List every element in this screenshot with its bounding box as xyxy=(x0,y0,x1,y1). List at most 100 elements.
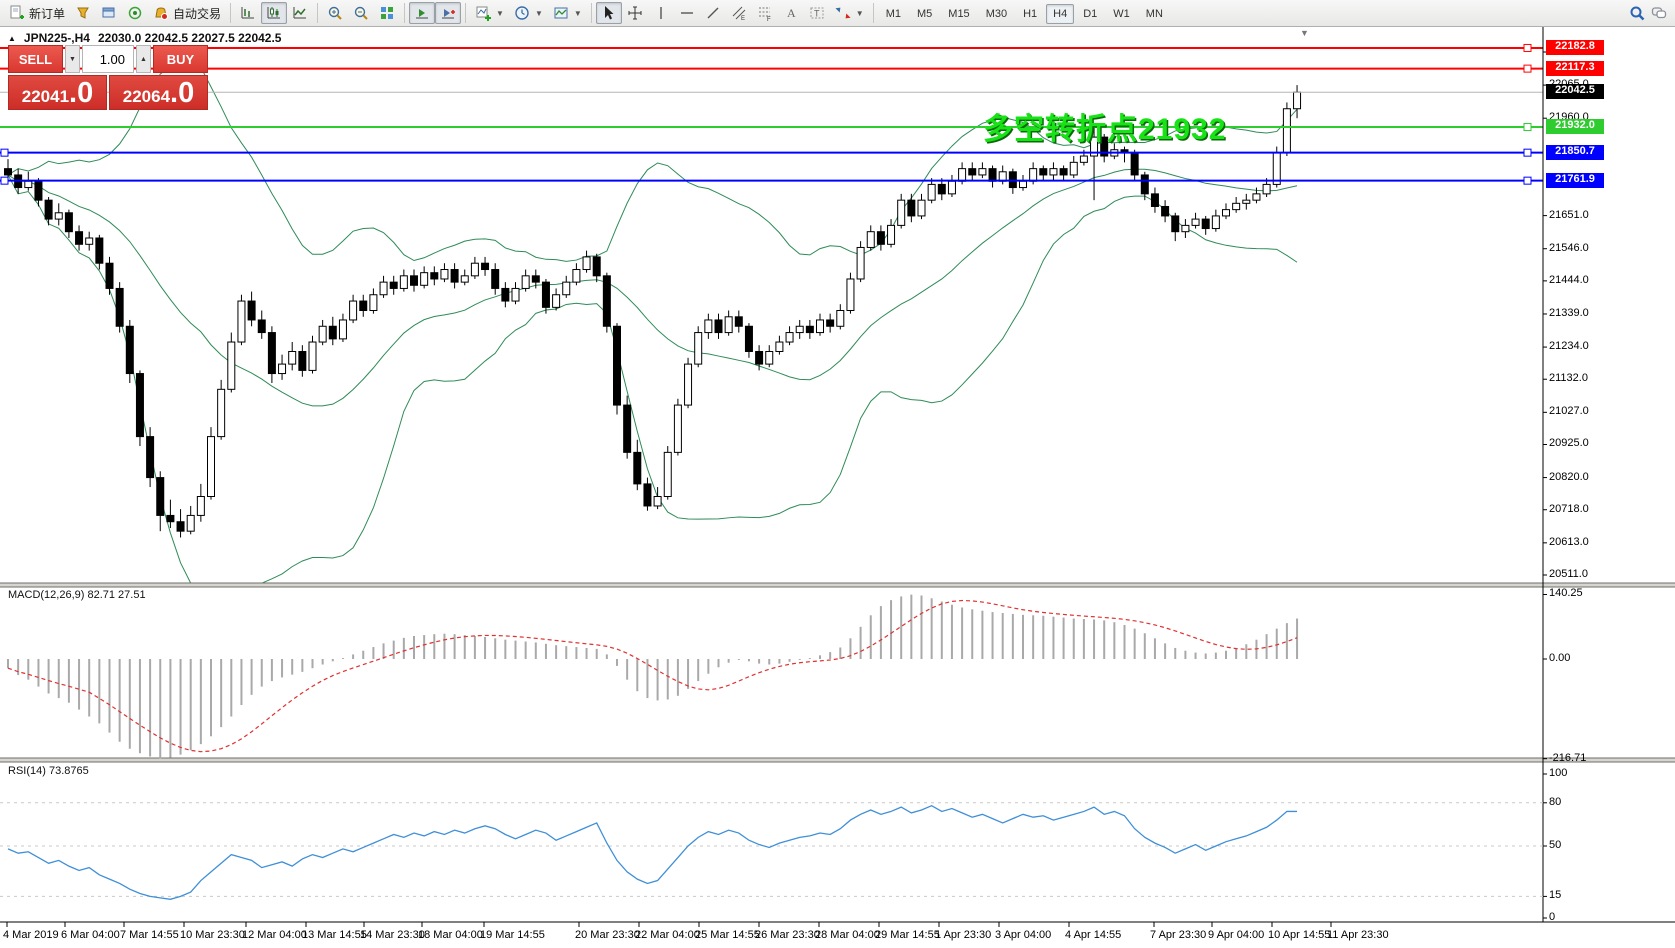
sell-price-display[interactable]: 22041.0 xyxy=(8,75,107,110)
svg-text:E: E xyxy=(741,16,745,21)
text-label-button[interactable]: T xyxy=(804,2,830,24)
auto-scroll-button[interactable] xyxy=(409,2,435,24)
search-icon[interactable] xyxy=(1629,5,1645,21)
panel-separator[interactable] xyxy=(0,583,1675,587)
signals-icon xyxy=(127,5,143,21)
chart-bars-button[interactable] xyxy=(235,2,261,24)
svg-text:T: T xyxy=(814,9,820,19)
template-icon xyxy=(553,5,569,21)
chart-text-annotation[interactable]: 多空转折点21932 xyxy=(983,104,1226,148)
buy-price-display[interactable]: 22064.0 xyxy=(109,75,208,110)
tile-windows-button[interactable] xyxy=(374,2,400,24)
chart-canvas[interactable] xyxy=(0,27,1675,948)
timeframe-W1[interactable]: W1 xyxy=(1106,4,1137,24)
hline-handle[interactable] xyxy=(1524,65,1531,72)
dropdown-caret-icon: ▼ xyxy=(535,9,543,18)
equidistant-channel-icon: E xyxy=(731,5,747,21)
rsi-line xyxy=(8,806,1297,900)
trendline-button[interactable] xyxy=(700,2,726,24)
new-order-button[interactable]: 新订单 xyxy=(4,2,70,24)
symbols-button[interactable] xyxy=(70,2,96,24)
chart-area[interactable]: 22170.022065.021960.021651.021546.021444… xyxy=(0,27,1675,948)
auto-trading-label: 自动交易 xyxy=(173,5,221,22)
timeframe-M5[interactable]: M5 xyxy=(910,4,939,24)
timeframe-H1[interactable]: H1 xyxy=(1016,4,1044,24)
hline-handle[interactable] xyxy=(1524,124,1531,131)
chart-candles-button[interactable] xyxy=(261,2,287,24)
line-chart-icon xyxy=(292,5,308,21)
zoom-in-icon xyxy=(327,5,343,21)
templates-button[interactable]: ▼ xyxy=(548,2,587,24)
volume-input[interactable] xyxy=(83,46,133,72)
dropdown-caret-icon: ▼ xyxy=(856,9,864,18)
tile-windows-icon xyxy=(379,5,395,21)
auto-trading-button[interactable]: 自动交易 xyxy=(148,2,226,24)
toolbar-separator xyxy=(873,3,874,23)
rsi-label: RSI(14) 73.8765 xyxy=(8,765,89,777)
sell-price-frac: .0 xyxy=(69,78,93,108)
chart-shift-icon xyxy=(440,5,456,21)
ohlc-values: 22030.0 22042.5 22027.5 22042.5 xyxy=(98,31,282,45)
cursor-button[interactable] xyxy=(596,2,622,24)
vertical-line-button[interactable] xyxy=(648,2,674,24)
zoom-out-icon xyxy=(353,5,369,21)
zoom-in-button[interactable] xyxy=(322,2,348,24)
mt4-window: 新订单 自动交易 xyxy=(0,0,1675,948)
symbols-icon xyxy=(75,5,91,21)
text-button[interactable]: A xyxy=(778,2,804,24)
hline-handle[interactable] xyxy=(1,149,8,156)
volume-increase-button[interactable]: ▲ xyxy=(136,45,151,73)
charts-window-icon xyxy=(101,5,117,21)
hline-handle[interactable] xyxy=(1,177,8,184)
symbol-period-label: JPN225-,H4 xyxy=(24,31,90,45)
sell-button[interactable]: SELL xyxy=(8,45,63,73)
crosshair-icon xyxy=(627,5,643,21)
chart-line-button[interactable] xyxy=(287,2,313,24)
timeframe-M15[interactable]: M15 xyxy=(941,4,976,24)
chat-icon[interactable] xyxy=(1651,5,1667,21)
hline-handle[interactable] xyxy=(1524,149,1531,156)
text-icon: A xyxy=(783,5,799,21)
hline-handle[interactable] xyxy=(1524,44,1531,51)
timeframe-M1[interactable]: M1 xyxy=(879,4,908,24)
horizontal-line-icon xyxy=(679,5,695,21)
fibonacci-button[interactable]: F xyxy=(752,2,778,24)
timeframe-M30[interactable]: M30 xyxy=(979,4,1014,24)
arrows-button[interactable]: ▼ xyxy=(830,2,869,24)
timeframe-D1[interactable]: D1 xyxy=(1076,4,1104,24)
timeframe-H4[interactable]: H4 xyxy=(1046,4,1074,24)
channel-button[interactable]: E xyxy=(726,2,752,24)
bar-chart-icon xyxy=(240,5,256,21)
volume-decrease-button[interactable]: ▼ xyxy=(65,45,80,73)
vertical-line-icon xyxy=(653,5,669,21)
toolbar-separator xyxy=(230,3,231,23)
new-order-label: 新订单 xyxy=(29,5,65,22)
buy-button[interactable]: BUY xyxy=(153,45,208,73)
timeframe-MN[interactable]: MN xyxy=(1139,4,1170,24)
cursor-icon xyxy=(601,5,617,21)
indicators-icon xyxy=(475,5,491,21)
hline-handle[interactable] xyxy=(1524,177,1531,184)
signals-button[interactable] xyxy=(122,2,148,24)
periods-button[interactable]: ▼ xyxy=(509,2,548,24)
zoom-out-button[interactable] xyxy=(348,2,374,24)
panel-separator[interactable] xyxy=(0,758,1675,762)
toolbar-separator xyxy=(317,3,318,23)
toolbar: 新订单 自动交易 xyxy=(0,0,1675,27)
volume-field-wrap xyxy=(82,45,134,73)
toolbar-separator xyxy=(404,3,405,23)
trendline-icon xyxy=(705,5,721,21)
chart-title: ▲ JPN225-,H4 22030.0 22042.5 22027.5 220… xyxy=(8,31,281,45)
horizontal-line-button[interactable] xyxy=(674,2,700,24)
buy-price-frac: .0 xyxy=(170,78,194,108)
timeframe-toolbar: M1M5M15M30H1H4D1W1MN xyxy=(878,4,1171,22)
charts-window-button[interactable] xyxy=(96,2,122,24)
arrows-icon xyxy=(835,5,851,21)
buy-price-main: 22064 xyxy=(123,82,170,112)
indicators-button[interactable]: ▼ xyxy=(470,2,509,24)
auto-trading-icon xyxy=(153,5,169,21)
toolbar-separator xyxy=(465,3,466,23)
collapse-triangle-icon: ▲ xyxy=(8,34,16,43)
chart-shift-button[interactable] xyxy=(435,2,461,24)
crosshair-button[interactable] xyxy=(622,2,648,24)
